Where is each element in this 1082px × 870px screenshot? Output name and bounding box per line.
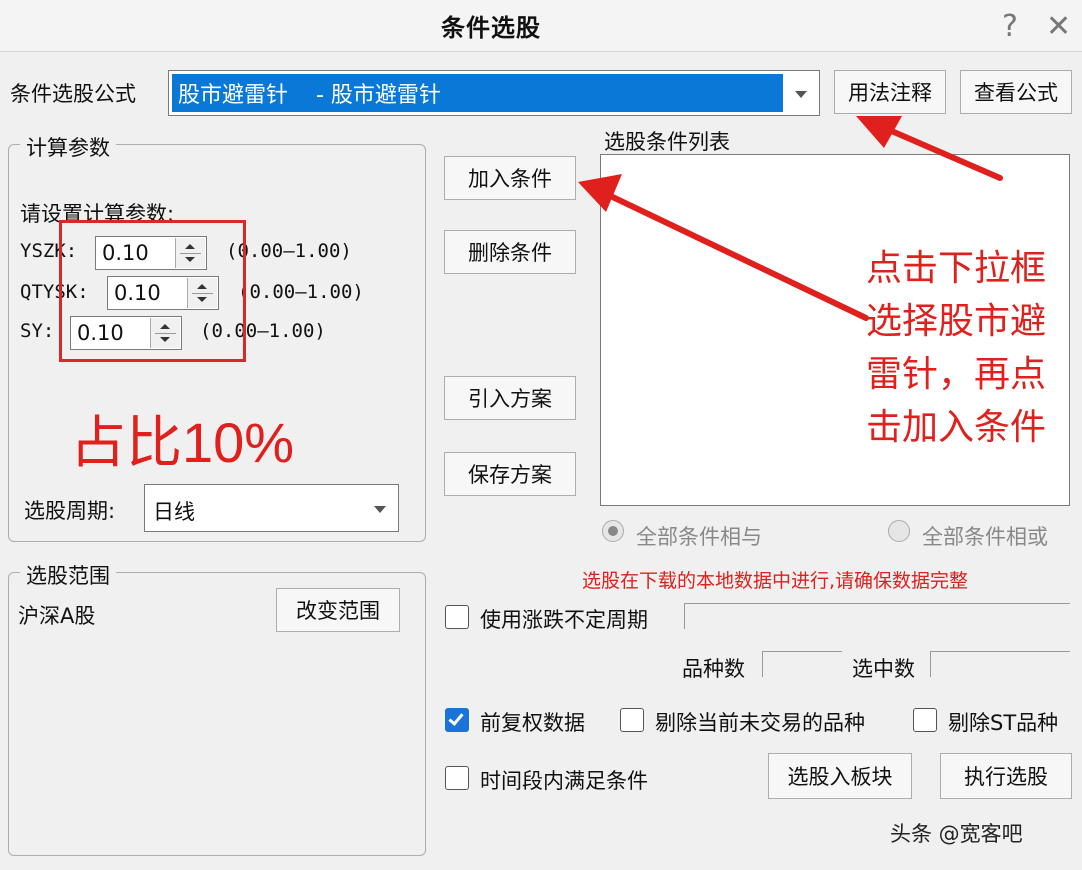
time-range-label: 时间段内满足条件: [480, 769, 648, 793]
arrow-head: [578, 174, 622, 212]
arrow-to-usage-button: [877, 123, 1003, 181]
irregular-period-checkbox[interactable]: [445, 605, 469, 629]
add-to-block-button[interactable]: 选股入板块: [768, 753, 912, 799]
radio-all-or[interactable]: [888, 520, 910, 542]
variety-count-label: 品种数: [682, 657, 745, 681]
selected-count-label: 选中数: [852, 657, 915, 681]
exclude-st-label: 剔除ST品种: [948, 711, 1059, 735]
exclude-untraded-checkbox[interactable]: [620, 708, 644, 732]
variety-count-field: [762, 651, 842, 677]
radio-all-and[interactable]: [602, 520, 624, 542]
radio-all-or-label: 全部条件相或: [922, 525, 1048, 549]
check-icon: [448, 710, 464, 726]
time-range-checkbox[interactable]: [445, 766, 469, 790]
data-notice: 选股在下载的本地数据中进行,请确保数据完整: [582, 570, 969, 592]
arrow-to-add-button: [595, 187, 869, 321]
radio-dot: [608, 526, 618, 536]
execute-selection-button[interactable]: 执行选股: [940, 753, 1072, 799]
irregular-period-label: 使用涨跌不定周期: [480, 608, 648, 632]
radio-all-and-label: 全部条件相与: [636, 525, 762, 549]
watermark: 头条 @宽客吧: [890, 822, 1023, 846]
annotation-arrows: [578, 116, 1003, 321]
exclude-untraded-label: 剔除当前未交易的品种: [655, 711, 865, 735]
forward-adjust-checkbox[interactable]: [445, 708, 469, 732]
selected-count-field: [930, 651, 1070, 677]
forward-adjust-label: 前复权数据: [480, 711, 585, 735]
exclude-st-checkbox[interactable]: [913, 708, 937, 732]
irregular-period-field[interactable]: [684, 603, 1070, 629]
